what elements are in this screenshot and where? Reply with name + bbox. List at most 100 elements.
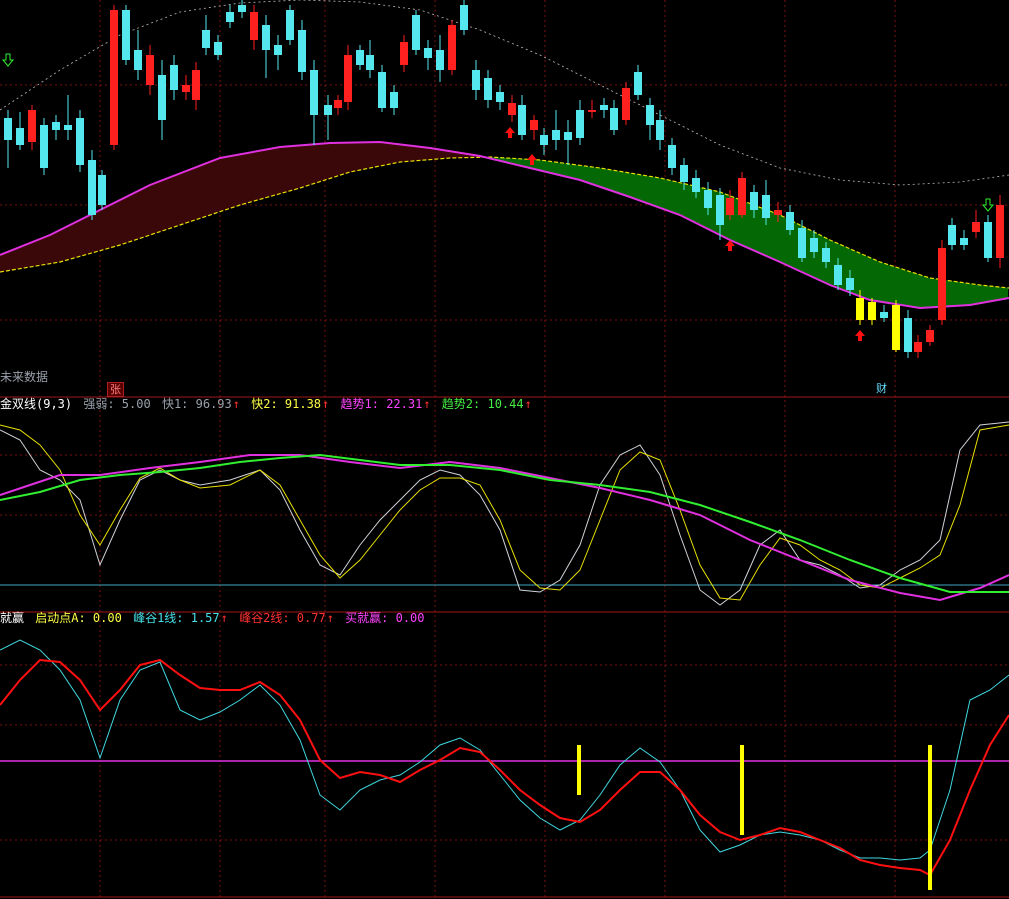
- candle-body: [64, 125, 72, 130]
- candle-body: [286, 10, 294, 40]
- trend1-value: 趋势1: 22.31: [340, 397, 423, 411]
- candle-body: [880, 312, 888, 318]
- candle-body: [646, 105, 654, 125]
- indicator1-legend: 金双线(9,3) 强弱: 5.00 快1: 96.93↑ 快2: 91.38↑ …: [0, 396, 536, 412]
- candle-body: [960, 238, 968, 245]
- up-arrow-icon: ↑: [322, 397, 330, 411]
- peak1-value: 峰谷1线: 1.57: [133, 611, 220, 625]
- candle-body: [238, 5, 246, 12]
- indicator1-lines: [0, 421, 1009, 606]
- candle-body: [366, 55, 374, 70]
- candle-body: [576, 110, 584, 138]
- candle-body: [668, 145, 676, 168]
- candle-body: [496, 92, 504, 102]
- candle-body: [948, 225, 956, 245]
- candle-body: [716, 195, 724, 225]
- candle-body: [774, 210, 782, 215]
- candle-body: [40, 125, 48, 168]
- candlesticks: [4, 0, 1004, 358]
- indicator2-legend: 就赢 启动点A: 0.00 峰谷1线: 1.57↑ 峰谷2线: 0.77↑ 买就…: [0, 610, 429, 626]
- candle-body: [600, 105, 608, 110]
- candle-body: [88, 160, 96, 215]
- candle-body: [822, 248, 830, 262]
- cai-badge[interactable]: 财: [874, 382, 889, 395]
- up-arrow-icon: ↑: [423, 397, 431, 411]
- red-up-arrow-icon: [505, 127, 515, 138]
- candle-body: [52, 122, 60, 130]
- candle-body: [250, 12, 258, 40]
- candle-body: [926, 330, 934, 342]
- candle-body: [4, 118, 12, 140]
- candle-body: [996, 205, 1004, 258]
- fast2-line: [0, 424, 1009, 601]
- candle-body: [390, 92, 398, 108]
- candle-body: [552, 130, 560, 140]
- green-down-arrow-icon: [1, 53, 15, 67]
- candle-body: [622, 88, 630, 120]
- green-down-arrow-icon: [981, 198, 995, 212]
- candle-body: [16, 128, 24, 145]
- peak1-line: [0, 639, 1009, 861]
- band-bullish-fill: [488, 157, 1008, 308]
- candle-body: [182, 85, 190, 92]
- up-arrow-icon: ↑: [232, 397, 240, 411]
- candle-body: [146, 55, 154, 85]
- candle-body: [324, 105, 332, 115]
- candle-body: [508, 103, 516, 115]
- upper-envelope-line: [0, 0, 1009, 186]
- up-arrow-icon: ↑: [220, 611, 228, 625]
- candle-body: [856, 298, 864, 320]
- candle-body: [334, 100, 342, 108]
- candle-body: [914, 342, 922, 352]
- candle-body: [170, 65, 178, 90]
- candle-body: [938, 248, 946, 320]
- candle-body: [798, 228, 806, 258]
- candle-body: [424, 48, 432, 58]
- candle-body: [472, 70, 480, 90]
- candle-body: [484, 78, 492, 100]
- fast2-value: 快2: 91.38: [251, 397, 322, 411]
- candle-body: [400, 42, 408, 65]
- start-point-value: 启动点A: 0.00: [35, 611, 122, 625]
- candle-body: [226, 12, 234, 22]
- candle-body: [738, 178, 746, 215]
- candle-body: [704, 190, 712, 208]
- peak2-value: 峰谷2线: 0.77: [239, 611, 326, 625]
- candle-body: [274, 45, 282, 55]
- candle-body: [634, 72, 642, 95]
- candle-body: [972, 222, 980, 232]
- candle-body: [436, 50, 444, 70]
- stock-chart-canvas[interactable]: [0, 0, 1009, 899]
- peak2-line: [0, 658, 1009, 877]
- candle-body: [298, 30, 306, 72]
- strength-value: 强弱: 5.00: [83, 397, 151, 411]
- candle-body: [310, 70, 318, 115]
- grid-lines: [0, 0, 1009, 899]
- start-point-bar: [577, 745, 581, 795]
- zhang-badge[interactable]: 张: [107, 382, 124, 397]
- candle-body: [656, 120, 664, 140]
- indicator2-title[interactable]: 就赢: [0, 611, 24, 625]
- candle-body: [134, 50, 142, 70]
- up-arrow-icon: ↑: [326, 611, 334, 625]
- candle-body: [122, 10, 130, 60]
- candle-body: [76, 118, 84, 165]
- candle-body: [448, 25, 456, 70]
- candle-body: [984, 222, 992, 258]
- trend2-value: 趋势2: 10.44: [441, 397, 524, 411]
- trend2-line: [0, 453, 1009, 593]
- trend-band: [0, 0, 1009, 310]
- candle-body: [868, 302, 876, 320]
- candle-body: [530, 120, 538, 130]
- indicator1-title[interactable]: 金双线(9,3): [0, 397, 72, 411]
- start-point-bar: [928, 745, 932, 890]
- fast1-value: 快1: 96.93: [161, 397, 232, 411]
- candle-body: [610, 108, 618, 130]
- candle-body: [158, 75, 166, 120]
- candle-body: [28, 110, 36, 142]
- candle-body: [904, 318, 912, 352]
- candle-body: [810, 238, 818, 252]
- candle-body: [356, 50, 364, 65]
- buy-value: 买就赢: 0.00: [345, 611, 425, 625]
- candle-body: [892, 305, 900, 350]
